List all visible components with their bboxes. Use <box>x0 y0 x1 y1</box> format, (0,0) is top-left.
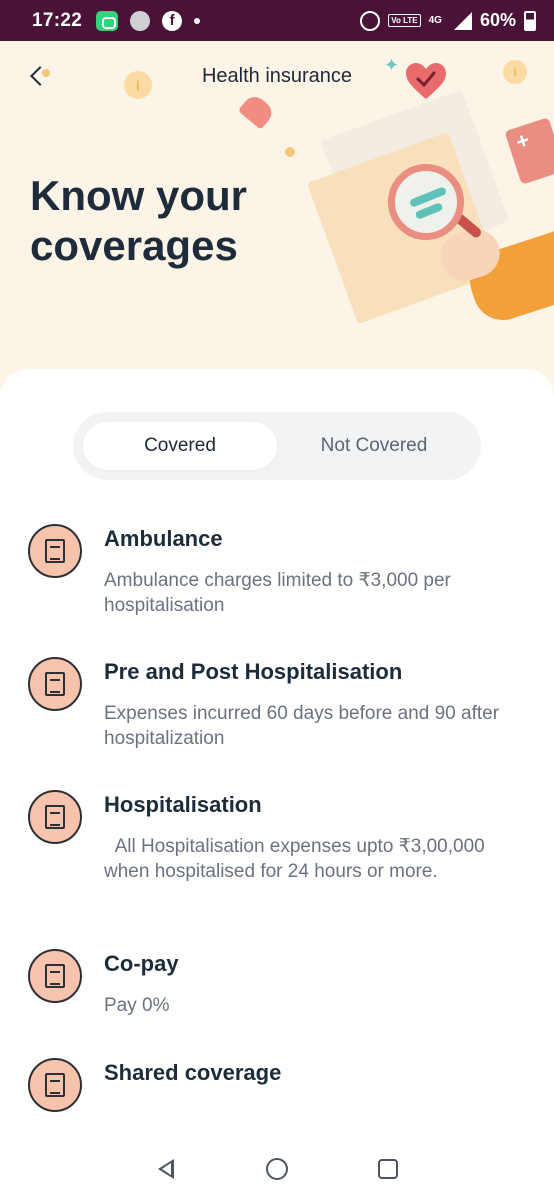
document-icon <box>28 949 82 1003</box>
app-notification-icon <box>130 10 151 31</box>
back-triangle-icon <box>157 1159 174 1179</box>
page-title: Health insurance <box>201 65 353 87</box>
system-navigation-bar <box>0 1138 554 1200</box>
tab-covered[interactable]: Covered <box>83 422 277 470</box>
document-icon <box>28 524 82 578</box>
coverage-description: All Hospitalisation expenses upto ₹3,00,… <box>104 836 491 882</box>
tab-not-covered[interactable]: Not Covered <box>277 422 471 470</box>
document-icon <box>28 1058 82 1112</box>
status-bar: 17:22 f Vo LTE 4G 60% <box>0 0 554 41</box>
coverage-title: Co-pay <box>104 951 179 976</box>
magnifying-glass-icon <box>388 164 464 240</box>
coverage-description: Pay 0% <box>104 995 170 1016</box>
hero-heading: Know your coverages <box>30 172 247 269</box>
pill-illustration-icon <box>237 92 277 130</box>
coverage-title: Ambulance <box>104 526 223 551</box>
coverage-title: Shared coverage <box>104 1060 282 1085</box>
facebook-icon: f <box>162 10 183 31</box>
calculator-illustration-icon <box>504 117 554 185</box>
coverage-title: Hospitalisation <box>104 792 262 817</box>
home-circle-icon <box>265 1158 288 1180</box>
signal-icon <box>450 11 472 30</box>
nav-back-button[interactable] <box>151 1154 181 1184</box>
battery-icon <box>524 10 536 31</box>
hero-section: i i ✦ Health insurance Know your coverag… <box>0 41 554 411</box>
decorative-dot <box>285 147 295 157</box>
nav-recents-button[interactable] <box>373 1154 403 1184</box>
coverage-description: Expenses incurred 60 days before and 90 … <box>104 703 505 749</box>
system-icons: Vo LTE 4G 60% <box>360 10 536 31</box>
coverage-description: Ambulance charges limited to ₹3,000 per … <box>104 570 457 616</box>
notification-icons: f <box>96 10 201 31</box>
message-app-icon <box>96 10 119 31</box>
recents-square-icon <box>378 1159 399 1179</box>
battery-percentage: 60% <box>479 10 516 30</box>
more-notifications-dot-icon <box>194 17 201 24</box>
nav-home-button[interactable] <box>262 1154 292 1184</box>
coverage-card: Covered Not Covered Ambulance Ambulance … <box>0 369 554 1200</box>
coverage-title: Pre and Post Hospitalisation <box>104 659 403 684</box>
document-icon <box>28 657 82 711</box>
network-type-label: 4G <box>428 15 442 26</box>
alarm-icon <box>360 10 381 31</box>
status-time: 17:22 <box>32 9 83 31</box>
volte-icon: Vo LTE <box>388 14 421 27</box>
document-icon <box>28 790 82 844</box>
coverage-toggle: Covered Not Covered <box>73 412 481 480</box>
